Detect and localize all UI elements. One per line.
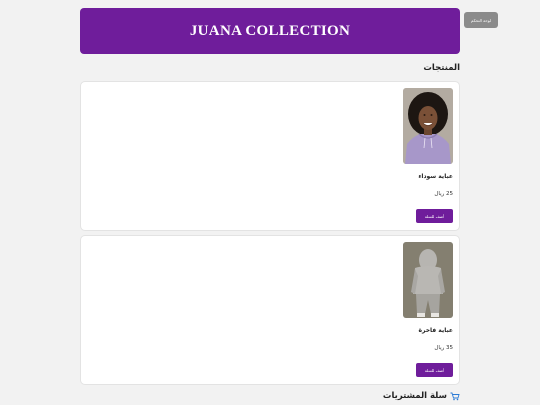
cart-title-label: سلة المشتريات [382,391,447,401]
gray-hoodie-back-photo [403,242,453,318]
woman-purple-hoodie-photo [403,88,453,164]
product-price: 25 ريال [434,191,453,197]
main-container: JUANA COLLECTION المنتجات عباية سوداء 25… [80,8,460,401]
product-price: 35 ريال [434,345,453,351]
product-card: عباية سوداء 25 ريال أضف للسلة [80,81,460,231]
add-to-cart-button[interactable]: أضف للسلة [416,363,453,377]
product-name: عباية سوداء [418,173,453,180]
store-header: JUANA COLLECTION [80,8,460,54]
admin-panel-button[interactable]: لوحة التحكم [464,12,498,28]
product-card: عباية فاخرة 35 ريال أضف للسلة [80,235,460,385]
add-to-cart-button[interactable]: أضف للسلة [416,209,453,223]
product-image [403,242,453,318]
product-name: عباية فاخرة [418,327,453,334]
cart-heading: سلة المشتريات [80,391,460,401]
store-title: JUANA COLLECTION [189,22,351,39]
products-heading: المنتجات [423,63,460,73]
cart-icon [450,392,460,400]
product-image [403,88,453,164]
